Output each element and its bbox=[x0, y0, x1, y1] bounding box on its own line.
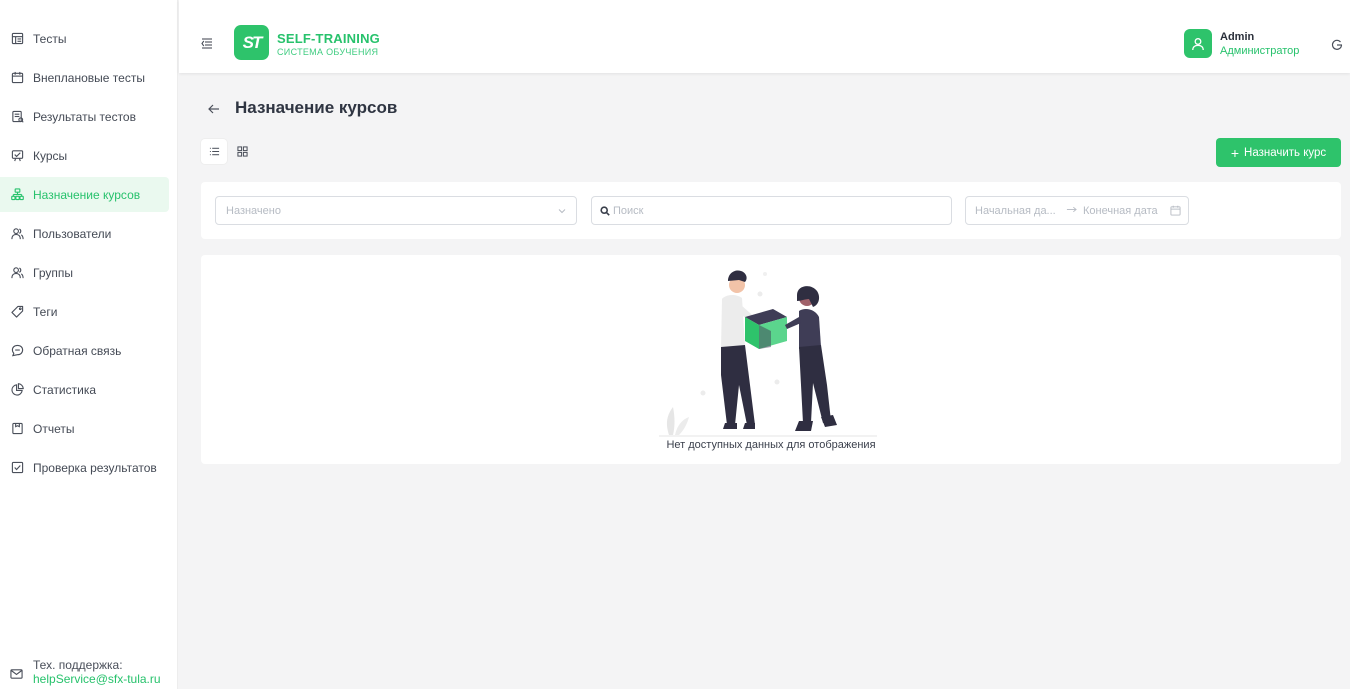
sidebar-item-label: Пользователи bbox=[33, 226, 112, 241]
sidebar-item-label: Отчеты bbox=[33, 421, 75, 436]
sidebar-item-feedback[interactable]: Обратная связь bbox=[0, 333, 169, 368]
search-field[interactable] bbox=[591, 196, 952, 225]
logo-icon: ST bbox=[234, 25, 269, 60]
empty-state-illustration bbox=[659, 270, 877, 437]
sidebar-item-course-assignment[interactable]: Назначение курсов bbox=[0, 177, 169, 212]
feedback-icon bbox=[10, 344, 24, 358]
start-date-input[interactable]: Начальная да... bbox=[975, 205, 1056, 217]
support-label: Тех. поддержка: bbox=[33, 658, 123, 672]
logo-subtitle: СИСТЕМА ОБУЧЕНИЯ bbox=[277, 47, 379, 57]
sidebar-item-results-check[interactable]: Проверка результатов bbox=[0, 450, 169, 485]
page-title: Назначение курсов bbox=[235, 98, 398, 117]
back-arrow-icon[interactable] bbox=[207, 102, 221, 116]
mail-icon bbox=[10, 667, 24, 681]
avatar[interactable] bbox=[1184, 29, 1212, 58]
sidebar-item-label: Внеплановые тесты bbox=[33, 70, 145, 85]
sidebar-item-label: Обратная связь bbox=[33, 343, 122, 358]
sidebar-item-tests[interactable]: Тесты bbox=[0, 21, 169, 56]
assign-icon bbox=[10, 188, 24, 202]
sidebar-item-label: Проверка результатов bbox=[33, 460, 157, 475]
sidebar-item-groups[interactable]: Группы bbox=[0, 255, 169, 290]
sidebar-item-label: Курсы bbox=[33, 148, 68, 163]
filters-panel: Назначено Начальная да... Конечная дата bbox=[201, 182, 1341, 239]
results-icon bbox=[10, 110, 24, 124]
checkbox-icon bbox=[10, 461, 24, 475]
logout-icon[interactable] bbox=[1331, 38, 1343, 50]
user-role: Администратор bbox=[1220, 45, 1300, 57]
sidebar-item-users[interactable]: Пользователи bbox=[0, 216, 169, 251]
sidebar-nav: Тесты Внеплановые тесты Результаты тесто… bbox=[0, 0, 177, 485]
status-select-placeholder: Назначено bbox=[226, 205, 281, 217]
grid-icon bbox=[236, 146, 248, 157]
users-icon bbox=[10, 227, 24, 241]
search-input[interactable] bbox=[613, 197, 943, 224]
sidebar-item-label: Статистика bbox=[33, 382, 97, 397]
arrow-right-icon bbox=[1066, 204, 1077, 218]
sidebar-item-reports[interactable]: Отчеты bbox=[0, 411, 169, 446]
empty-state-message: Нет доступных данных для отображения bbox=[666, 439, 876, 451]
sidebar-item-tags[interactable]: Теги bbox=[0, 294, 169, 329]
report-icon bbox=[10, 422, 24, 436]
support-contact: Тех. поддержка: helpService@sfx-tula.ru bbox=[10, 658, 161, 686]
calendar-icon bbox=[1170, 205, 1181, 216]
tag-icon bbox=[10, 305, 24, 319]
pie-chart-icon bbox=[10, 383, 24, 397]
courses-icon bbox=[10, 149, 24, 163]
sidebar-item-label: Назначение курсов bbox=[33, 187, 141, 202]
sidebar-item-courses[interactable]: Курсы bbox=[0, 138, 169, 173]
collapse-menu-icon[interactable] bbox=[201, 36, 213, 49]
assign-course-label: Назначить курс bbox=[1244, 146, 1327, 159]
status-select[interactable]: Назначено bbox=[215, 196, 577, 225]
search-icon bbox=[600, 206, 610, 216]
tests-icon bbox=[10, 32, 24, 46]
sidebar-item-statistics[interactable]: Статистика bbox=[0, 372, 169, 407]
date-range-picker[interactable]: Начальная да... Конечная дата bbox=[965, 196, 1189, 225]
groups-icon bbox=[10, 266, 24, 280]
sidebar-item-test-results[interactable]: Результаты тестов bbox=[0, 99, 169, 134]
assign-course-button[interactable]: + Назначить курс bbox=[1216, 138, 1341, 167]
user-name: Admin bbox=[1220, 31, 1255, 43]
list-icon bbox=[209, 147, 219, 156]
end-date-input[interactable]: Конечная дата bbox=[1083, 205, 1158, 217]
logo-title: SELF-TRAINING bbox=[277, 31, 380, 46]
chevron-down-icon bbox=[557, 206, 567, 216]
empty-state-panel: Нет доступных данных для отображения bbox=[201, 255, 1341, 464]
sidebar-item-label: Тесты bbox=[33, 31, 67, 46]
sidebar-item-label: Группы bbox=[33, 265, 73, 280]
list-view-button[interactable] bbox=[201, 139, 227, 164]
sidebar-item-label: Результаты тестов bbox=[33, 109, 136, 124]
calendar-icon bbox=[10, 71, 24, 85]
top-header: ST SELF-TRAINING СИСТЕМА ОБУЧЕНИЯ Admin … bbox=[179, 0, 1350, 73]
user-icon bbox=[1192, 37, 1204, 50]
sidebar-item-label: Теги bbox=[33, 304, 58, 319]
grid-view-button[interactable] bbox=[232, 139, 252, 164]
sidebar-item-unplanned-tests[interactable]: Внеплановые тесты bbox=[0, 60, 169, 95]
support-email-link[interactable]: helpService@sfx-tula.ru bbox=[33, 672, 161, 686]
sidebar: Тесты Внеплановые тесты Результаты тесто… bbox=[0, 0, 178, 689]
plus-icon: + bbox=[1230, 144, 1240, 161]
